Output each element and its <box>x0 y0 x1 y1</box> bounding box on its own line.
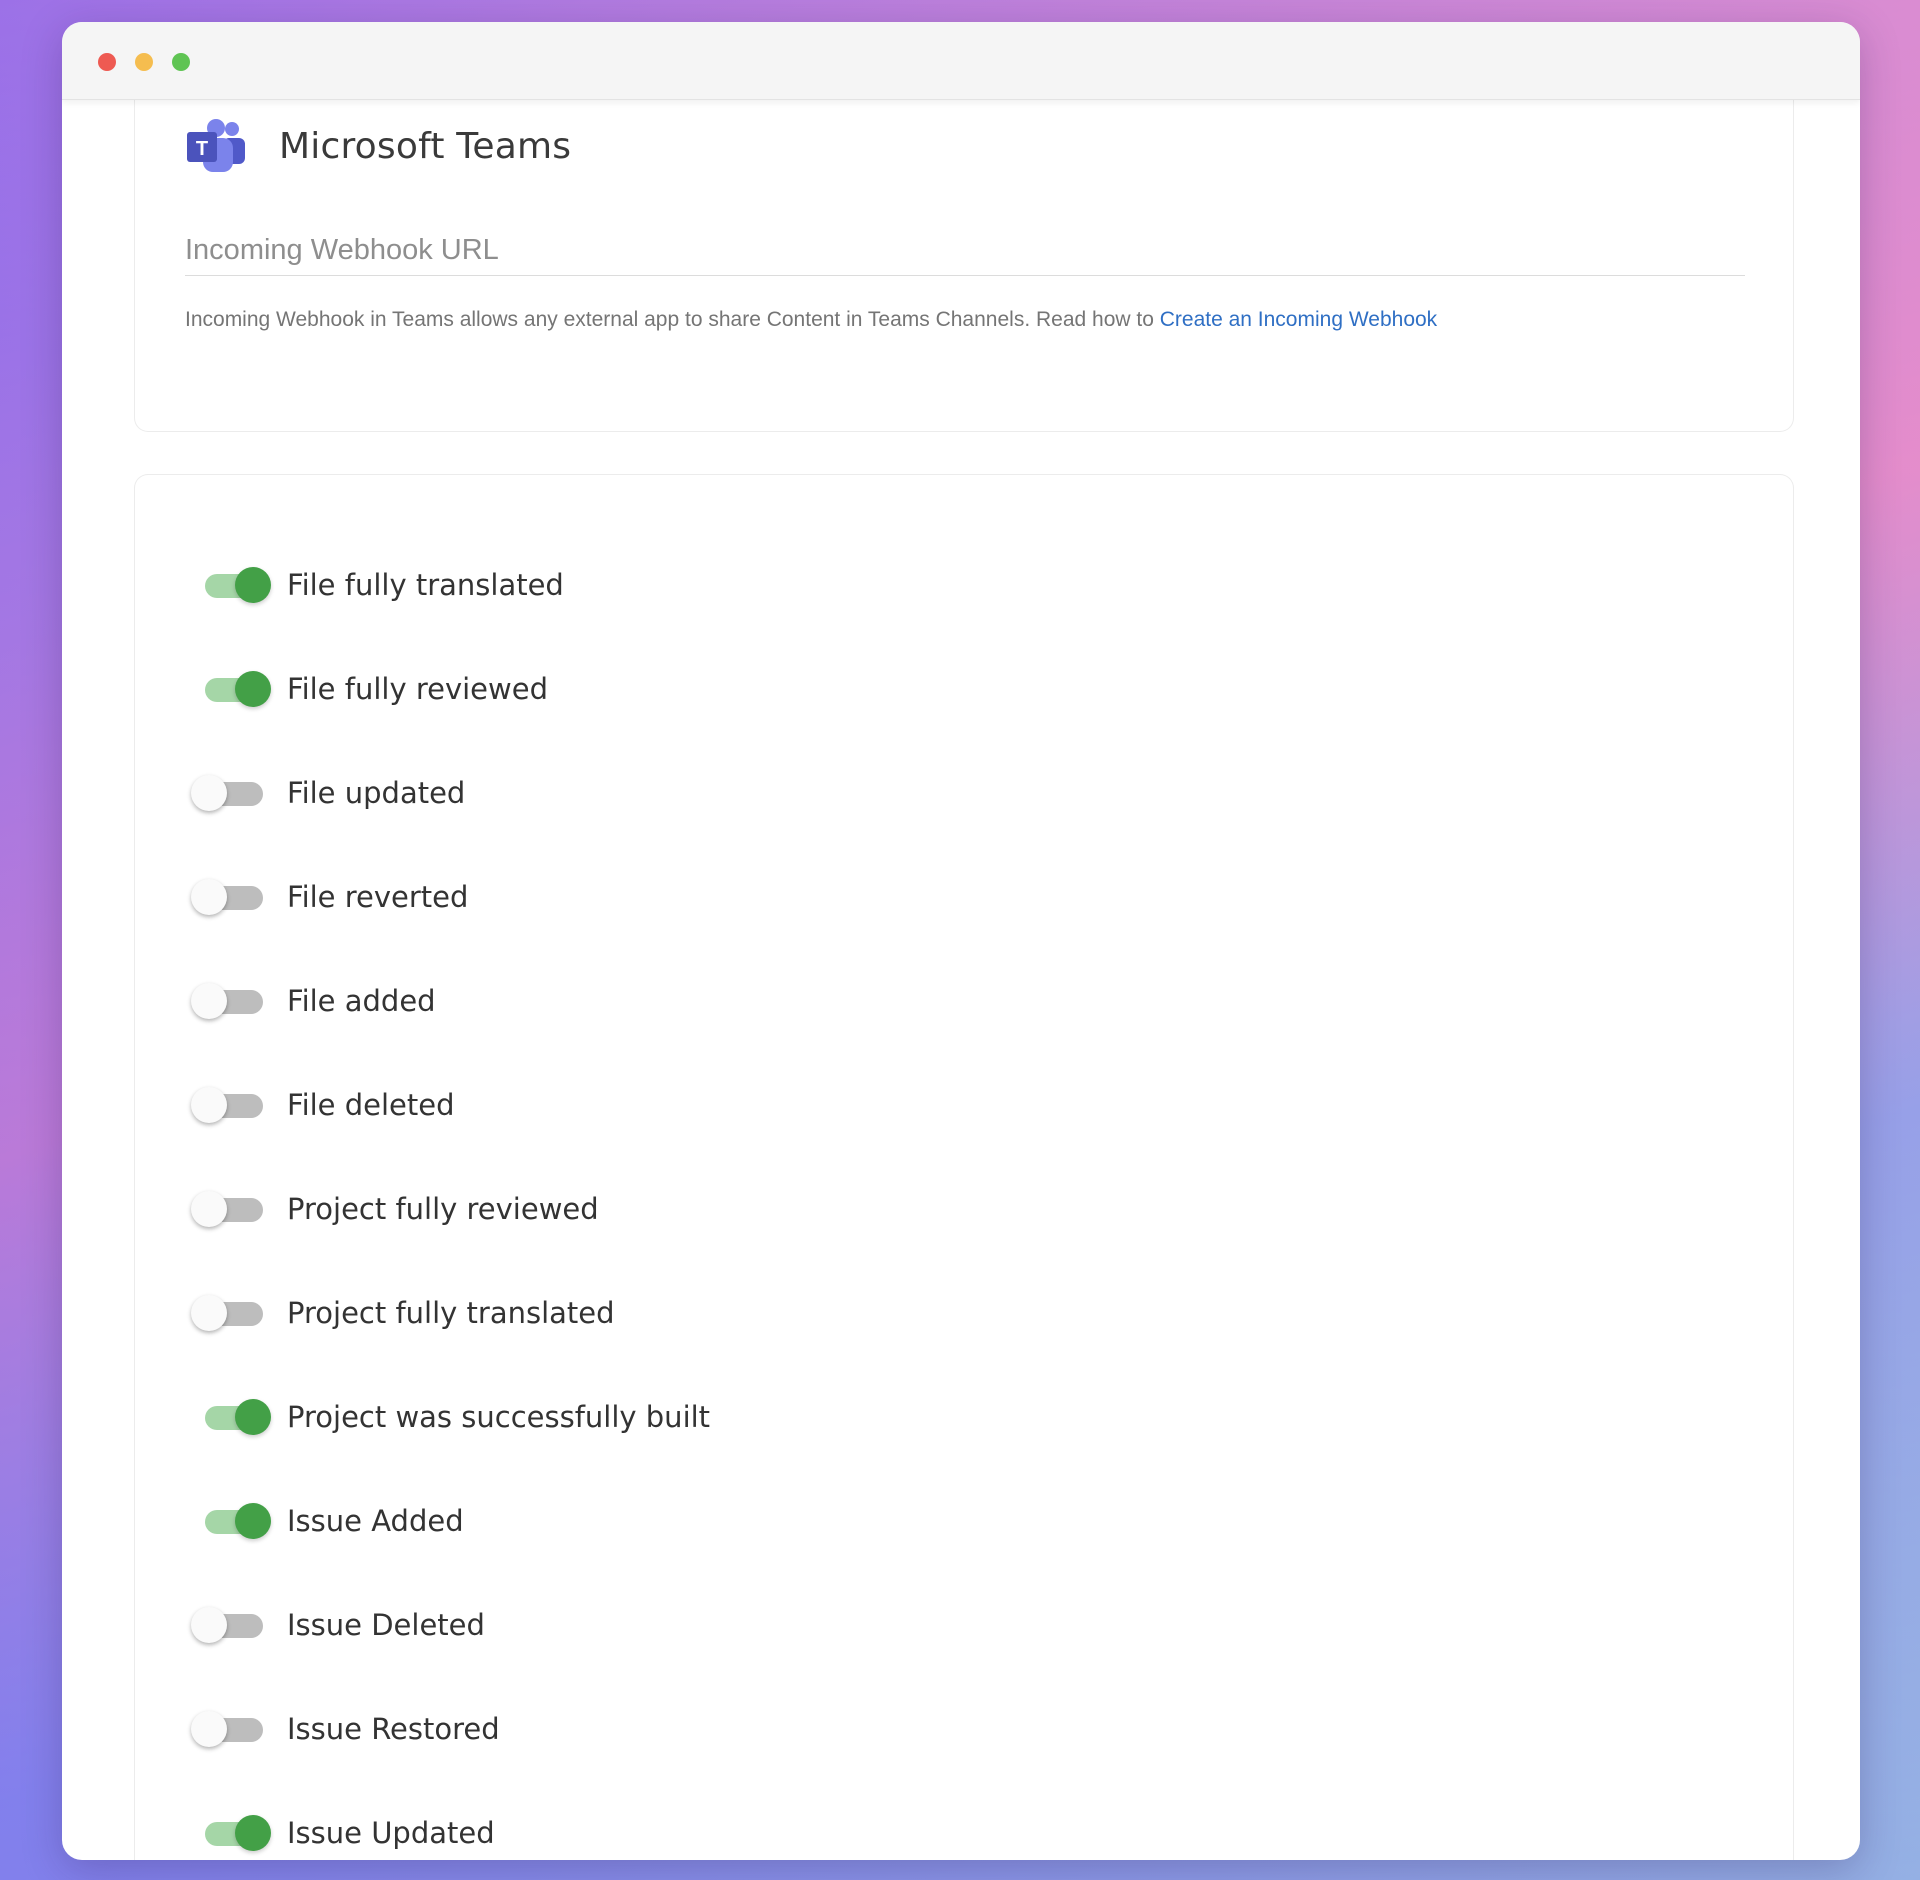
integration-settings-card: T Microsoft Teams Incoming Webhook in Te… <box>134 80 1794 432</box>
event-toggle-label: Project fully translated <box>287 1296 615 1330</box>
event-toggle-switch[interactable] <box>191 879 267 915</box>
close-window-button[interactable] <box>98 53 116 71</box>
event-toggle-row[interactable]: File fully reviewed <box>191 637 710 741</box>
toggle-knob <box>191 1295 227 1331</box>
event-toggle-list: File fully translated File fully reviewed… <box>191 533 710 1860</box>
event-toggle-switch[interactable] <box>191 775 267 811</box>
toggle-knob <box>235 567 271 603</box>
create-webhook-link[interactable]: Create an Incoming Webhook <box>1160 308 1437 331</box>
toggle-knob <box>191 983 227 1019</box>
event-toggle-label: Project fully reviewed <box>287 1192 599 1226</box>
event-toggle-row[interactable]: Project fully reviewed <box>191 1157 710 1261</box>
event-toggle-switch[interactable] <box>191 1191 267 1227</box>
event-toggle-row[interactable]: File reverted <box>191 845 710 949</box>
event-toggle-switch[interactable] <box>191 1711 267 1747</box>
event-toggle-switch[interactable] <box>191 567 271 603</box>
event-toggle-label: File deleted <box>287 1088 455 1122</box>
event-toggle-switch[interactable] <box>191 1607 267 1643</box>
event-toggle-label: Issue Added <box>287 1504 464 1538</box>
event-toggle-row[interactable]: Project was successfully built <box>191 1365 710 1469</box>
event-toggle-label: Issue Updated <box>287 1816 495 1850</box>
event-toggle-row[interactable]: Project fully translated <box>191 1261 710 1365</box>
event-toggle-label: File added <box>287 984 436 1018</box>
webhook-url-input[interactable] <box>185 214 1745 276</box>
event-toggle-switch[interactable] <box>191 1399 271 1435</box>
event-toggle-row[interactable]: Issue Deleted <box>191 1573 710 1677</box>
event-toggle-label: File fully reviewed <box>287 672 548 706</box>
integration-header: T Microsoft Teams <box>185 118 571 174</box>
event-toggle-label: File reverted <box>287 880 469 914</box>
toggle-knob <box>191 1191 227 1227</box>
event-toggle-switch[interactable] <box>191 983 267 1019</box>
toggle-knob <box>235 1815 271 1851</box>
event-toggle-switch[interactable] <box>191 671 271 707</box>
toggle-knob <box>191 879 227 915</box>
notification-events-card: File fully translated File fully reviewed… <box>134 474 1794 1860</box>
event-toggle-label: Project was successfully built <box>287 1400 711 1434</box>
event-toggle-row[interactable]: Issue Restored <box>191 1677 710 1781</box>
app-window: T Microsoft Teams Incoming Webhook in Te… <box>62 22 1860 1860</box>
svg-text:T: T <box>196 138 208 160</box>
minimize-window-button[interactable] <box>135 53 153 71</box>
microsoft-teams-icon: T <box>187 119 245 172</box>
event-toggle-row[interactable]: File deleted <box>191 1053 710 1157</box>
event-toggle-row[interactable]: Issue Updated <box>191 1781 710 1860</box>
toggle-knob <box>235 1399 271 1435</box>
toggle-knob <box>191 1087 227 1123</box>
integration-title: Microsoft Teams <box>279 125 572 167</box>
event-toggle-row[interactable]: File added <box>191 949 710 1053</box>
window-titlebar <box>62 22 1860 100</box>
page-content: T Microsoft Teams Incoming Webhook in Te… <box>62 80 1860 1860</box>
event-toggle-switch[interactable] <box>191 1295 267 1331</box>
event-toggle-label: File updated <box>287 776 466 810</box>
event-toggle-label: Issue Restored <box>287 1712 500 1746</box>
webhook-help-description: Incoming Webhook in Teams allows any ext… <box>185 308 1160 331</box>
toggle-knob <box>191 775 227 811</box>
maximize-window-button[interactable] <box>172 53 190 71</box>
webhook-help-text: Incoming Webhook in Teams allows any ext… <box>185 308 1437 332</box>
event-toggle-row[interactable]: Issue Added <box>191 1469 710 1573</box>
event-toggle-row[interactable]: File fully translated <box>191 533 710 637</box>
toggle-knob <box>235 1503 271 1539</box>
event-toggle-switch[interactable] <box>191 1503 271 1539</box>
event-toggle-label: File fully translated <box>287 568 564 602</box>
event-toggle-row[interactable]: File updated <box>191 741 710 845</box>
event-toggle-switch[interactable] <box>191 1087 267 1123</box>
event-toggle-label: Issue Deleted <box>287 1608 485 1642</box>
toggle-knob <box>191 1607 227 1643</box>
toggle-knob <box>235 671 271 707</box>
toggle-knob <box>191 1711 227 1747</box>
event-toggle-switch[interactable] <box>191 1815 271 1851</box>
